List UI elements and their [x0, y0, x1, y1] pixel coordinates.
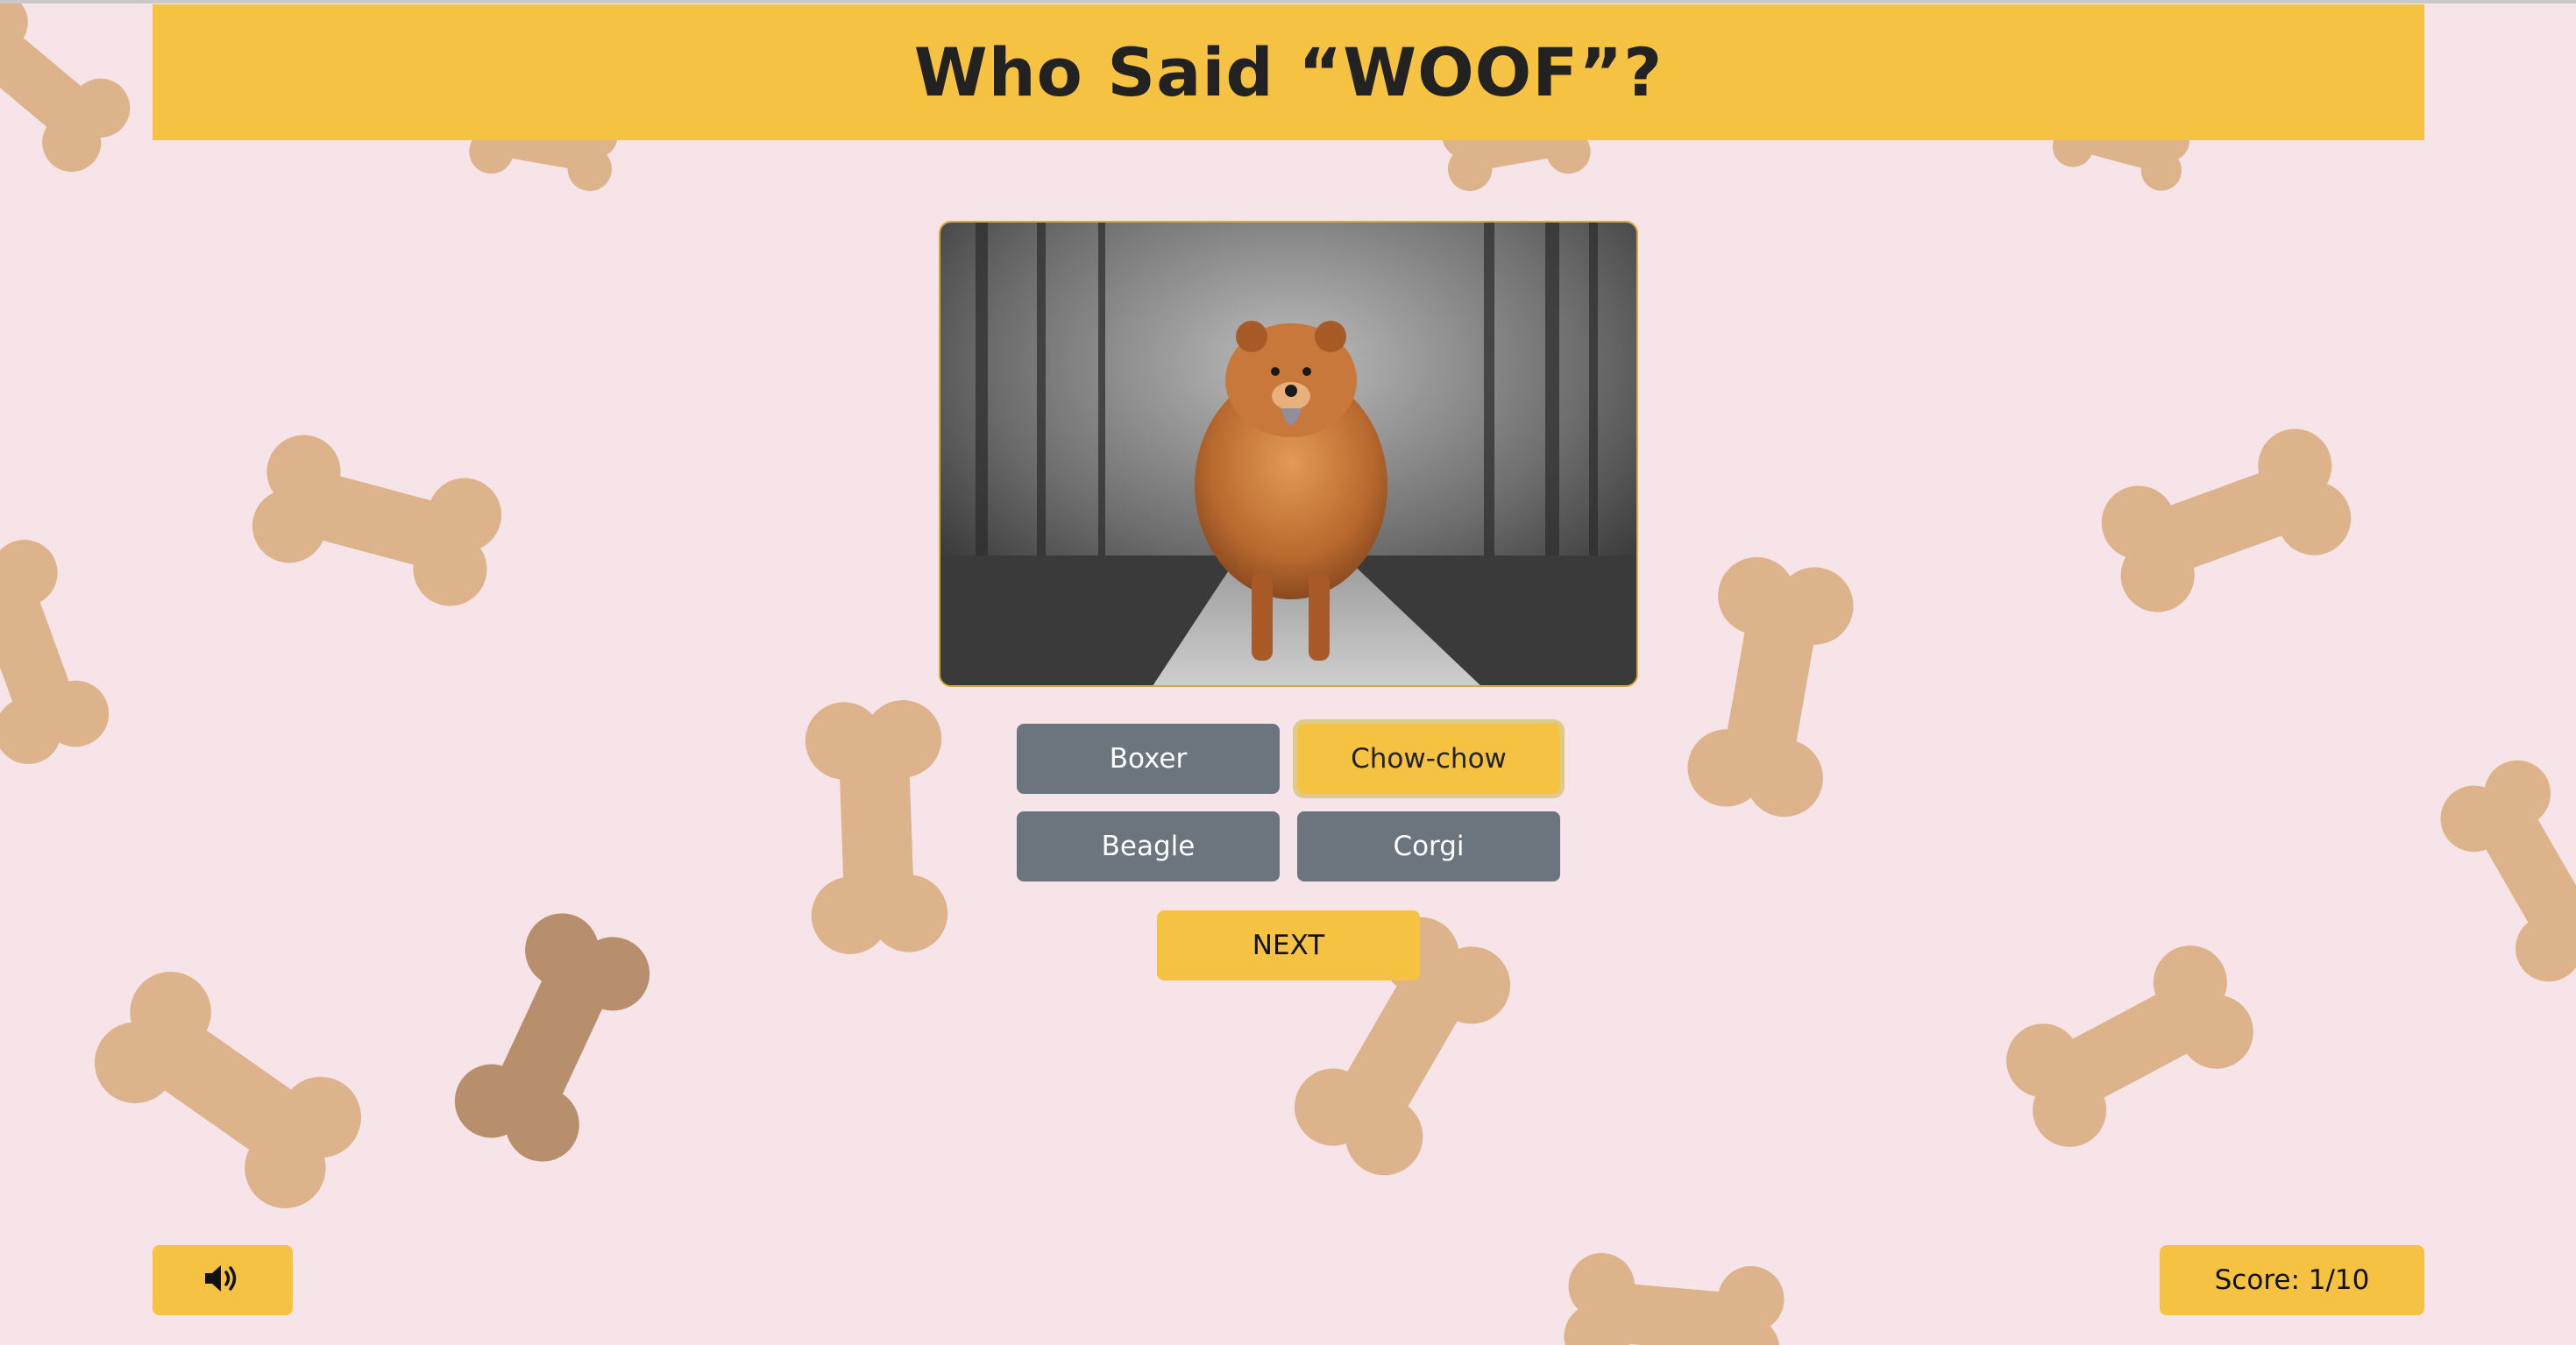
- answer-button-corgi[interactable]: Corgi: [1297, 811, 1560, 881]
- speaker-volume-icon: [203, 1263, 242, 1298]
- answer-button-boxer[interactable]: Boxer: [1017, 724, 1280, 794]
- page-title: Who Said “WOOF”?: [913, 33, 1664, 111]
- answer-button-chow-chow[interactable]: Chow-chow: [1297, 724, 1560, 794]
- next-button[interactable]: NEXT: [1157, 910, 1420, 980]
- dog-image: [940, 223, 1636, 685]
- sound-toggle-button[interactable]: [153, 1245, 293, 1315]
- score-text: Score: 1/10: [2214, 1264, 2370, 1296]
- score-display: Score: 1/10: [2160, 1245, 2424, 1315]
- title-banner: Who Said “WOOF”?: [153, 4, 2424, 140]
- dog-photo: [939, 221, 1638, 687]
- answer-button-beagle[interactable]: Beagle: [1017, 811, 1280, 881]
